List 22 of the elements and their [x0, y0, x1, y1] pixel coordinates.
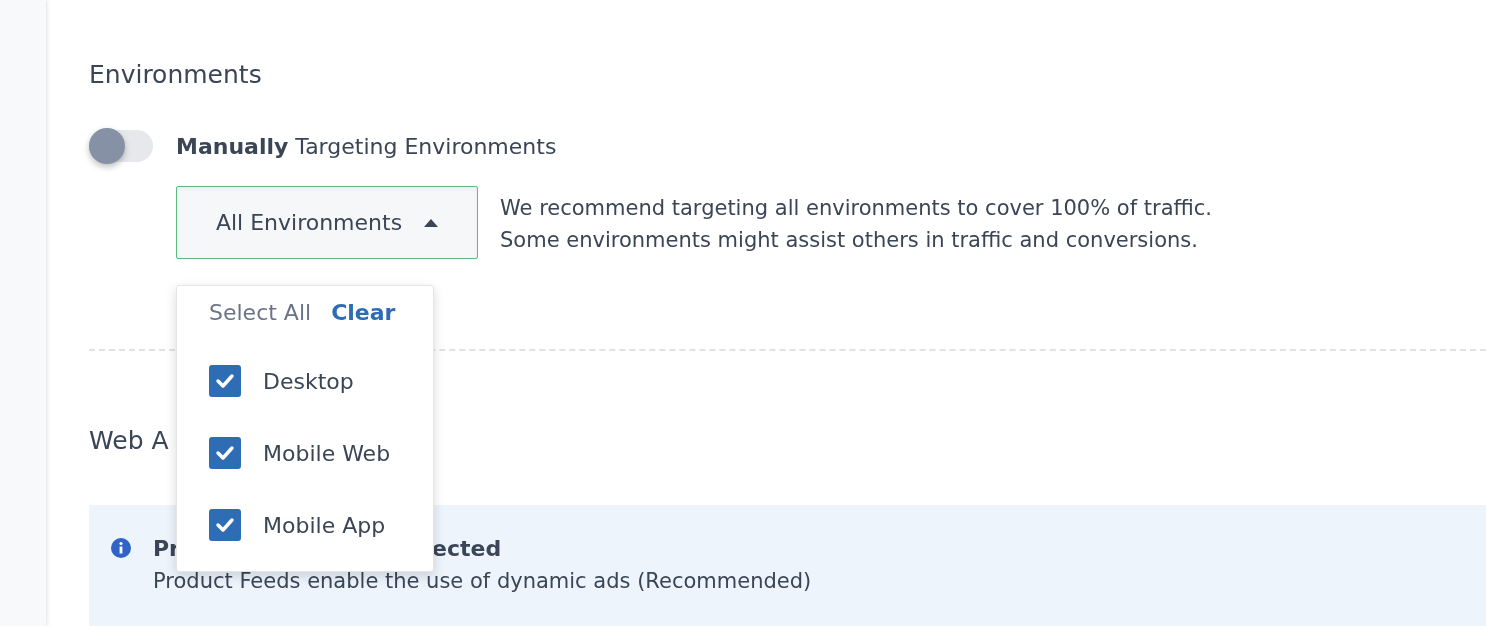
check-icon	[215, 373, 235, 389]
check-icon	[215, 517, 235, 533]
checkbox[interactable]	[209, 365, 241, 397]
clear-link[interactable]: Clear	[331, 300, 396, 325]
check-icon	[215, 445, 235, 461]
info-icon	[111, 538, 131, 558]
section-title: Web A	[89, 425, 169, 457]
help-text: Some environments might assist others in traffic and conversions.	[500, 227, 1199, 254]
notice-title: ected	[432, 535, 502, 563]
section-title: Environments	[89, 59, 263, 91]
option-label: Mobile App	[263, 512, 386, 538]
select-all-link[interactable]: Select All	[209, 300, 312, 325]
checkbox[interactable]	[209, 437, 241, 469]
option-label: Desktop	[263, 368, 354, 394]
notice-text: Product Feeds enable the use of dynamic ads (Recommended)	[153, 568, 812, 595]
help-text: We recommend targeting all environments to cover 100% of traffic.	[500, 195, 1213, 222]
option-label: Mobile Web	[263, 440, 391, 466]
environment-dropdown[interactable]: All Environments	[176, 186, 478, 259]
toggle-label: Manually Targeting Environments	[176, 133, 557, 159]
caret-icon	[424, 218, 439, 227]
checkbox[interactable]	[209, 509, 241, 541]
toggle-switch[interactable]	[89, 130, 153, 162]
